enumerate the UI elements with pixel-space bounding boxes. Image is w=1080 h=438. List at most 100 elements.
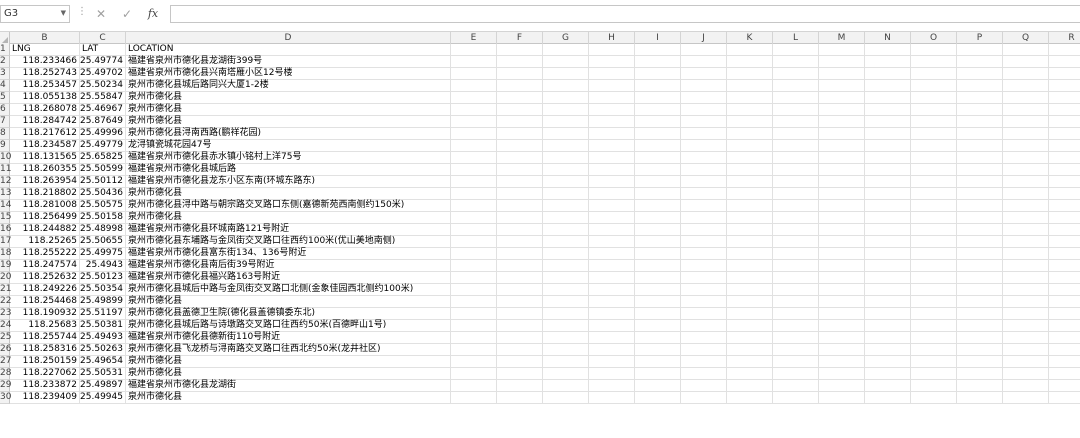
cell-q[interactable] <box>1003 392 1049 404</box>
cell-r[interactable] <box>1049 392 1080 404</box>
cell-d[interactable]: 泉州市德化县 <box>126 212 451 224</box>
cell-o[interactable] <box>911 224 957 236</box>
cell-n[interactable] <box>865 140 911 152</box>
cell-i[interactable] <box>635 152 681 164</box>
row-header[interactable]: 1 <box>0 44 10 56</box>
cell-r[interactable] <box>1049 152 1080 164</box>
cell-g[interactable] <box>543 80 589 92</box>
cell-l[interactable] <box>773 284 819 296</box>
cell-h[interactable] <box>589 284 635 296</box>
cell-d[interactable]: 泉州市德化县城后中路与金凤街交叉路口北侧(金象佳园西北侧约100米) <box>126 284 451 296</box>
cell-g[interactable] <box>543 68 589 80</box>
cell-p[interactable] <box>957 308 1003 320</box>
cell-c[interactable]: 25.50123 <box>80 272 126 284</box>
cell-n[interactable] <box>865 392 911 404</box>
cell-b[interactable]: 118.281008 <box>10 200 80 212</box>
column-header-d[interactable]: D <box>126 32 451 44</box>
cell-d[interactable]: 龙浔镇瓷城花园47号 <box>126 140 451 152</box>
cell-f[interactable] <box>497 200 543 212</box>
chevron-down-icon[interactable]: ▼ <box>61 9 66 17</box>
cell-r[interactable] <box>1049 164 1080 176</box>
cell-o[interactable] <box>911 272 957 284</box>
cell-f[interactable] <box>497 224 543 236</box>
cell-k[interactable] <box>727 236 773 248</box>
cell-h[interactable] <box>589 116 635 128</box>
cell-f[interactable] <box>497 128 543 140</box>
row-header[interactable]: 17 <box>0 236 11 248</box>
cell-q[interactable] <box>1003 80 1049 92</box>
column-header-r[interactable]: R <box>1049 32 1080 44</box>
column-header-p[interactable]: P <box>957 32 1003 44</box>
cell-m[interactable] <box>819 116 865 128</box>
cell-e[interactable] <box>451 320 497 332</box>
cell-m[interactable] <box>819 320 865 332</box>
cell-q[interactable] <box>1003 212 1049 224</box>
cell-c[interactable]: 25.49702 <box>80 68 126 80</box>
cell-o[interactable] <box>911 212 957 224</box>
cell-n[interactable] <box>865 248 911 260</box>
cell-n[interactable] <box>865 236 911 248</box>
cell-h[interactable] <box>589 224 635 236</box>
formula-input[interactable] <box>170 5 1080 23</box>
cell-d[interactable]: 泉州市德化县飞龙桥与浔南路交叉路口往西北约50米(龙井社区) <box>126 344 451 356</box>
cell-c[interactable]: 25.49654 <box>80 356 126 368</box>
row-header[interactable]: 12 <box>0 176 11 188</box>
cell-p[interactable] <box>957 164 1003 176</box>
cell-m[interactable] <box>819 92 865 104</box>
cell-n[interactable] <box>865 44 911 56</box>
cell-i[interactable] <box>635 176 681 188</box>
cell-g[interactable] <box>543 116 589 128</box>
cell-f[interactable] <box>497 140 543 152</box>
cell-i[interactable] <box>635 56 681 68</box>
cell-n[interactable] <box>865 164 911 176</box>
cell-l[interactable] <box>773 224 819 236</box>
cell-q[interactable] <box>1003 260 1049 272</box>
cell-n[interactable] <box>865 272 911 284</box>
cell-b[interactable]: 118.255744 <box>10 332 80 344</box>
cell-d[interactable]: 泉州市德化县 <box>126 368 451 380</box>
cell-g[interactable] <box>543 368 589 380</box>
column-header-h[interactable]: H <box>589 32 635 44</box>
cell-o[interactable] <box>911 200 957 212</box>
cell-n[interactable] <box>865 116 911 128</box>
cell-o[interactable] <box>911 320 957 332</box>
cell-k[interactable] <box>727 368 773 380</box>
cell-k[interactable] <box>727 200 773 212</box>
cell-b[interactable]: 118.260355 <box>10 164 80 176</box>
cell-p[interactable] <box>957 68 1003 80</box>
cell-n[interactable] <box>865 320 911 332</box>
cell-d[interactable]: 泉州市德化县 <box>126 92 451 104</box>
cell-i[interactable] <box>635 188 681 200</box>
cell-i[interactable] <box>635 44 681 56</box>
cell-m[interactable] <box>819 188 865 200</box>
cell-g[interactable] <box>543 104 589 116</box>
cell-j[interactable] <box>681 200 727 212</box>
cell-f[interactable] <box>497 44 543 56</box>
cell-j[interactable] <box>681 392 727 404</box>
cell-l[interactable] <box>773 80 819 92</box>
cell-k[interactable] <box>727 356 773 368</box>
cell-q[interactable] <box>1003 164 1049 176</box>
row-header[interactable]: 29 <box>0 380 11 392</box>
cell-h[interactable] <box>589 368 635 380</box>
cell-g[interactable] <box>543 260 589 272</box>
cell-f[interactable] <box>497 284 543 296</box>
row-header[interactable]: 25 <box>0 332 11 344</box>
cell-h[interactable] <box>589 320 635 332</box>
cell-f[interactable] <box>497 188 543 200</box>
cell-f[interactable] <box>497 212 543 224</box>
cell-r[interactable] <box>1049 68 1080 80</box>
select-all-button[interactable] <box>0 32 10 44</box>
cell-d[interactable]: 泉州市德化县浔中路与朝宗路交叉路口东侧(嘉德新苑西南侧约150米) <box>126 200 451 212</box>
cell-g[interactable] <box>543 188 589 200</box>
row-header[interactable]: 19 <box>0 260 11 272</box>
cell-g[interactable] <box>543 176 589 188</box>
cell-p[interactable] <box>957 284 1003 296</box>
cell-i[interactable] <box>635 164 681 176</box>
cell-e[interactable] <box>451 128 497 140</box>
cell-f[interactable] <box>497 68 543 80</box>
cell-h[interactable] <box>589 332 635 344</box>
cell-d[interactable]: 福建省泉州市德化县环城南路121号附近 <box>126 224 451 236</box>
cell-r[interactable] <box>1049 320 1080 332</box>
cell-g[interactable] <box>543 92 589 104</box>
